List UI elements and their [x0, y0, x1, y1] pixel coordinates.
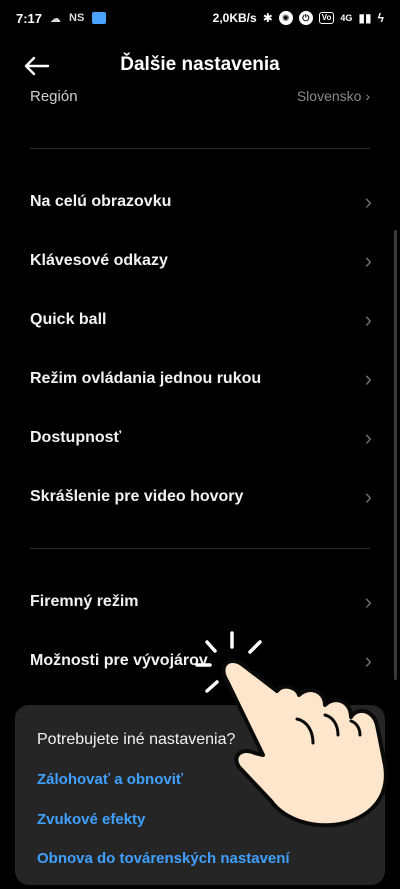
menu-item-label: Na celú obrazovku: [30, 193, 172, 210]
app-bar: Ďalšie nastavenia: [0, 40, 400, 90]
menu-item-label: Režim ovládania jednou rukou: [30, 370, 262, 387]
signal-bars-icon: ▮▮: [358, 11, 372, 25]
network-speed: 2,0KB/s: [212, 11, 257, 25]
battery-charging-icon: ϟ: [377, 11, 384, 25]
chevron-right-icon: ›: [364, 248, 372, 273]
menu-item-developer-options[interactable]: Možnosti pre vývojárov ›: [30, 636, 372, 686]
power-icon: ⏻: [298, 11, 313, 25]
cloud-icon: ☁: [50, 12, 62, 25]
chevron-right-icon: ›: [364, 189, 372, 214]
signal-label: 4G: [340, 13, 353, 23]
page-title: Ďalšie nastavenia: [120, 54, 280, 75]
menu-item-label: Klávesové odkazy: [30, 252, 168, 269]
ns-label: NS: [69, 12, 85, 24]
link-factory-reset[interactable]: Obnova do továrenských nastavení: [37, 850, 290, 867]
menu-item-shortcuts[interactable]: Klávesové odkazy ›: [30, 236, 372, 286]
menu-item-label: Dostupnosť: [30, 429, 122, 446]
bluetooth-icon: ✱: [262, 11, 273, 25]
scrollbar[interactable]: [394, 230, 397, 680]
suggestions-heading: Potrebujete iné nastavenia?: [37, 731, 236, 748]
menu-item-label: Quick ball: [30, 311, 107, 328]
menu-item-fullscreen[interactable]: Na celú obrazovku ›: [30, 177, 372, 227]
region-label: Región: [30, 88, 78, 105]
menu-item-quick-ball[interactable]: Quick ball ›: [30, 295, 372, 345]
app-notification-icon: [92, 12, 107, 24]
status-time: 7:17: [16, 10, 43, 26]
menu-item-one-handed[interactable]: Režim ovládania jednou rukou ›: [30, 354, 372, 404]
divider: [30, 548, 370, 549]
status-bar: 7:17 ☁ NS 2,0KB/s ✱ ✺ ⏻ Vo 4G ▮▮ ϟ: [0, 0, 400, 36]
menu-item-enterprise-mode[interactable]: Firemný režim ›: [30, 577, 372, 627]
status-left: 7:17 ☁ NS: [16, 10, 107, 26]
volte-icon: Vo: [318, 12, 335, 24]
menu-item-label: Skrášlenie pre video hovory: [30, 488, 244, 505]
region-row[interactable]: Región Slovensko ›: [30, 88, 370, 110]
menu-item-label: Firemný režim: [30, 593, 139, 610]
link-backup-restore[interactable]: Zálohovať a obnoviť: [37, 771, 183, 788]
chevron-right-icon: ›: [364, 484, 372, 509]
menu-item-video-beautify[interactable]: Skrášlenie pre video hovory ›: [30, 472, 372, 522]
link-sound-effects[interactable]: Zvukové efekty: [37, 811, 145, 828]
region-value: Slovensko ›: [296, 88, 370, 104]
chevron-right-icon: ›: [364, 648, 372, 673]
status-right: 2,0KB/s ✱ ✺ ⏻ Vo 4G ▮▮ ϟ: [213, 11, 384, 25]
chevron-right-icon: ›: [364, 366, 372, 391]
suggestions-card: Potrebujete iné nastavenia? Zálohovať a …: [15, 705, 385, 885]
divider: [30, 148, 370, 149]
messenger-icon: ✺: [278, 11, 293, 25]
chevron-right-icon: ›: [364, 307, 372, 332]
chevron-right-icon: ›: [364, 589, 372, 614]
chevron-right-icon: ›: [364, 425, 372, 450]
menu-item-label: Možnosti pre vývojárov: [30, 652, 208, 669]
menu-item-accessibility[interactable]: Dostupnosť ›: [30, 413, 372, 463]
